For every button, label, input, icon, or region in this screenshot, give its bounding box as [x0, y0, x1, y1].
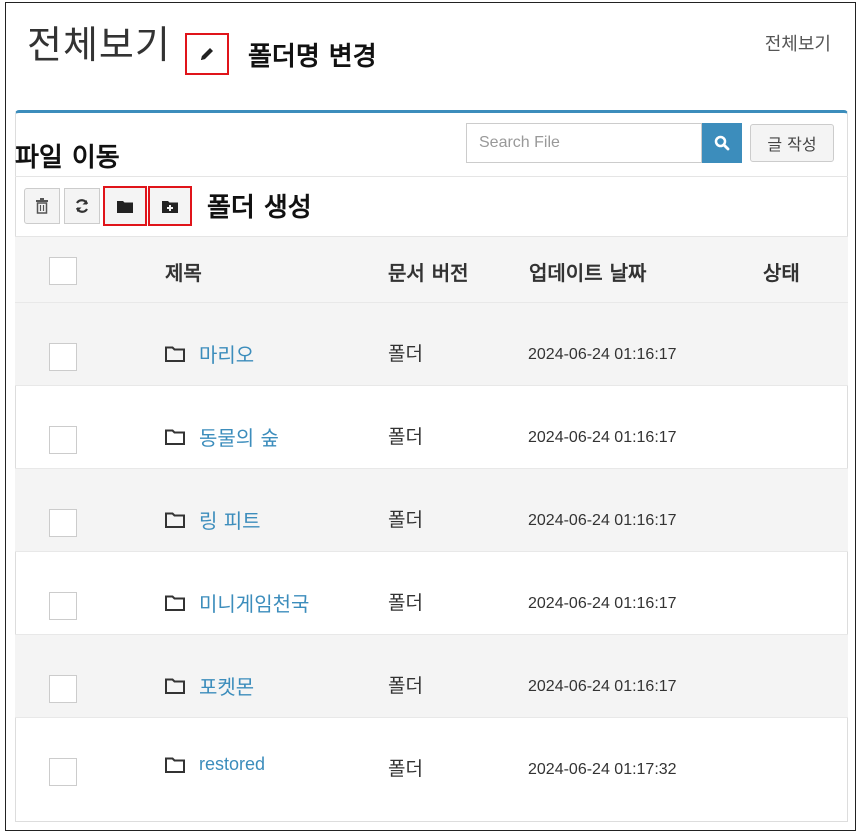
folder-icon — [117, 200, 133, 213]
folder-outline-icon — [165, 678, 185, 694]
version-cell: 폴더 — [388, 758, 423, 780]
folder-plus-icon — [162, 200, 178, 213]
folder-outline-icon — [165, 512, 185, 528]
table-row[interactable]: 마리오 폴더 2024-06-24 01:16:17 — [15, 302, 848, 385]
trash-icon — [36, 198, 48, 214]
refresh-button[interactable] — [64, 188, 100, 224]
row-checkbox[interactable] — [49, 343, 77, 371]
create-folder-button[interactable] — [148, 186, 192, 226]
updated-cell: 2024-06-24 01:16:17 — [528, 512, 677, 529]
breadcrumb[interactable]: 전체보기 — [765, 30, 831, 56]
table-row[interactable]: 포켓몬 폴더 2024-06-24 01:16:17 — [15, 634, 848, 717]
table-row[interactable]: restored 폴더 2024-06-24 01:17:32 — [15, 717, 848, 800]
version-cell: 폴더 — [388, 675, 423, 697]
version-cell: 폴더 — [388, 426, 423, 448]
column-header-updated[interactable]: 업데이트 날짜 — [529, 257, 646, 286]
annotation-move-file: 파일 이동 — [15, 143, 120, 173]
folder-outline-icon — [165, 429, 185, 445]
folder-link[interactable]: 마리오 — [199, 339, 254, 368]
version-cell: 폴더 — [388, 343, 423, 365]
updated-cell: 2024-06-24 01:16:17 — [528, 429, 677, 446]
refresh-icon — [75, 199, 89, 213]
row-checkbox[interactable] — [49, 592, 77, 620]
version-cell: 폴더 — [388, 509, 423, 531]
folder-link[interactable]: restored — [199, 754, 265, 775]
column-header-title[interactable]: 제목 — [165, 257, 202, 286]
page-title: 전체보기 — [27, 23, 171, 67]
row-checkbox[interactable] — [49, 509, 77, 537]
updated-cell: 2024-06-24 01:16:17 — [528, 595, 677, 612]
updated-cell: 2024-06-24 01:17:32 — [528, 761, 677, 778]
row-checkbox[interactable] — [49, 675, 77, 703]
annotation-create-folder: 폴더 생성 — [207, 193, 312, 223]
table-row[interactable]: 미니게임천국 폴더 2024-06-24 01:16:17 — [15, 551, 848, 634]
folder-outline-icon — [165, 346, 185, 362]
move-file-button[interactable] — [103, 186, 147, 226]
pencil-icon — [201, 48, 213, 60]
row-checkbox[interactable] — [49, 426, 77, 454]
folder-link[interactable]: 동물의 숲 — [199, 422, 279, 451]
search-input[interactable]: Search File — [466, 123, 702, 163]
table-row[interactable]: 링 피트 폴더 2024-06-24 01:16:17 — [15, 468, 848, 551]
version-cell: 폴더 — [388, 592, 423, 614]
column-header-status[interactable]: 상태 — [763, 257, 800, 286]
table-row[interactable]: 동물의 숲 폴더 2024-06-24 01:16:17 — [15, 385, 848, 468]
folder-outline-icon — [165, 595, 185, 611]
updated-cell: 2024-06-24 01:16:17 — [528, 678, 677, 695]
delete-button[interactable] — [24, 188, 60, 224]
folder-link[interactable]: 포켓몬 — [199, 671, 254, 700]
folder-link[interactable]: 링 피트 — [199, 505, 261, 534]
search-button[interactable] — [702, 123, 742, 163]
row-checkbox[interactable] — [49, 758, 77, 786]
updated-cell: 2024-06-24 01:16:17 — [528, 346, 677, 363]
folder-link[interactable]: 미니게임천국 — [199, 588, 309, 617]
annotation-rename-folder: 폴더명 변경 — [248, 42, 377, 72]
column-header-version[interactable]: 문서 버전 — [388, 257, 469, 286]
select-all-checkbox[interactable] — [49, 257, 77, 285]
folder-outline-icon — [165, 757, 185, 773]
toolbar-divider — [15, 176, 848, 177]
table-header: 제목 문서 버전 업데이트 날짜 상태 — [15, 236, 848, 303]
rename-folder-button[interactable] — [185, 33, 229, 75]
search-icon — [714, 135, 730, 151]
write-post-button[interactable]: 글 작성 — [750, 124, 834, 162]
